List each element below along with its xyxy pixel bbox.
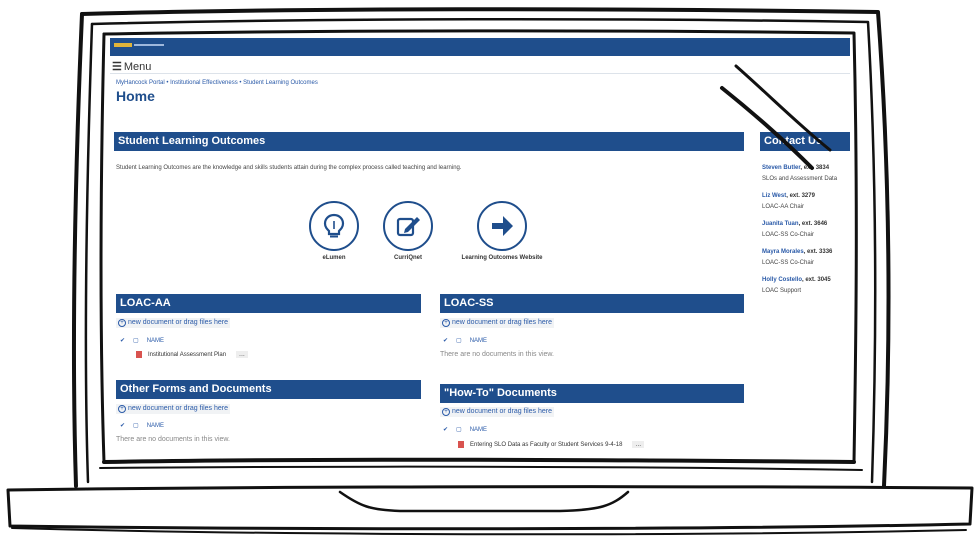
pdf-icon xyxy=(136,351,142,358)
checkmark-icon: ✔ xyxy=(443,338,449,344)
more-options-button[interactable]: ... xyxy=(236,351,248,358)
document-icon: ▢ xyxy=(456,427,462,433)
contact-name-link[interactable]: Mayra Morales, ext. 3336 xyxy=(762,249,832,255)
new-document-link[interactable]: + new document or drag files here xyxy=(116,318,230,328)
library-column-headers: ✔ ▢ NAME xyxy=(443,427,488,433)
contact-role: LOAC-AA Chair xyxy=(762,204,805,210)
checkmark-icon: ✔ xyxy=(120,423,126,429)
contact-us-header: Contact Us xyxy=(760,132,850,151)
contact-name-link[interactable]: Steven Butler, ext. 3834 xyxy=(762,165,829,171)
contact-name-link[interactable]: Liz West, ext. 3279 xyxy=(762,193,815,199)
contact-role: LOAC-SS Co-Chair xyxy=(762,260,815,266)
top-nav-bar xyxy=(110,38,850,56)
checkmark-icon: ✔ xyxy=(443,427,449,433)
how-to-documents-header: "How-To" Documents xyxy=(440,384,744,403)
library-column-headers: ✔ ▢ NAME xyxy=(120,423,165,429)
document-icon: ▢ xyxy=(133,338,139,344)
other-forms-header: Other Forms and Documents xyxy=(116,380,421,399)
library-column-headers: ✔ ▢ NAME xyxy=(120,338,165,344)
new-document-link[interactable]: + new document or drag files here xyxy=(440,407,554,417)
list-item[interactable]: Entering SLO Data as Faculty or Student … xyxy=(458,441,645,448)
library-column-headers: ✔ ▢ NAME xyxy=(443,338,488,344)
lightbulb-icon xyxy=(309,201,359,251)
plus-icon: + xyxy=(118,319,126,327)
breadcrumb[interactable]: MyHancock Portal • Institutional Effecti… xyxy=(116,80,318,86)
contact-name-link[interactable]: Juanita Tuan, ext. 3646 xyxy=(762,221,827,227)
college-logo xyxy=(114,43,164,47)
slo-section-header: Student Learning Outcomes xyxy=(114,132,744,151)
document-name-link: Entering SLO Data as Faculty or Student … xyxy=(470,441,623,448)
pdf-icon xyxy=(458,441,464,448)
new-document-link[interactable]: + new document or drag files here xyxy=(440,318,554,328)
slo-description: Student Learning Outcomes are the knowle… xyxy=(116,165,462,171)
plus-icon: + xyxy=(442,408,450,416)
edit-icon xyxy=(383,201,433,251)
new-document-link[interactable]: + new document or drag files here xyxy=(116,404,230,414)
document-name-link: Institutional Assessment Plan xyxy=(148,351,227,358)
screen: ☰ Menu MyHancock Portal • Institutional E… xyxy=(110,38,850,460)
empty-library-message: There are no documents in this view. xyxy=(440,351,555,358)
learning-outcomes-website-tile[interactable]: Learning Outcomes Website xyxy=(452,201,552,261)
checkmark-icon: ✔ xyxy=(120,338,126,344)
contact-role: LOAC Support xyxy=(762,288,802,294)
list-item[interactable]: Institutional Assessment Plan... xyxy=(136,351,248,358)
learning-outcomes-website-label: Learning Outcomes Website xyxy=(461,255,543,261)
contact-role: LOAC-SS Co-Chair xyxy=(762,232,815,238)
header-divider xyxy=(110,73,850,74)
arrow-right-icon xyxy=(477,201,527,251)
loac-ss-header: LOAC-SS xyxy=(440,294,744,313)
hamburger-icon: ☰ xyxy=(112,61,122,73)
empty-library-message: There are no documents in this view. xyxy=(116,436,231,443)
document-icon: ▢ xyxy=(133,423,139,429)
plus-icon: + xyxy=(442,319,450,327)
contact-role: SLOs and Assessment Data xyxy=(762,176,838,182)
plus-icon: + xyxy=(118,405,126,413)
curriqnet-label: CurriQnet xyxy=(393,255,422,261)
more-options-button[interactable]: ... xyxy=(632,441,645,448)
contact-name-link[interactable]: Holly Costello, ext. 3045 xyxy=(762,277,831,283)
menu-label: Menu xyxy=(123,61,152,73)
document-icon: ▢ xyxy=(456,338,462,344)
curriqnet-tile[interactable]: CurriQnet xyxy=(358,201,458,261)
loac-aa-header: LOAC-AA xyxy=(116,294,421,313)
page-title: Home xyxy=(116,88,155,104)
menu-button[interactable]: ☰ Menu xyxy=(112,60,151,73)
